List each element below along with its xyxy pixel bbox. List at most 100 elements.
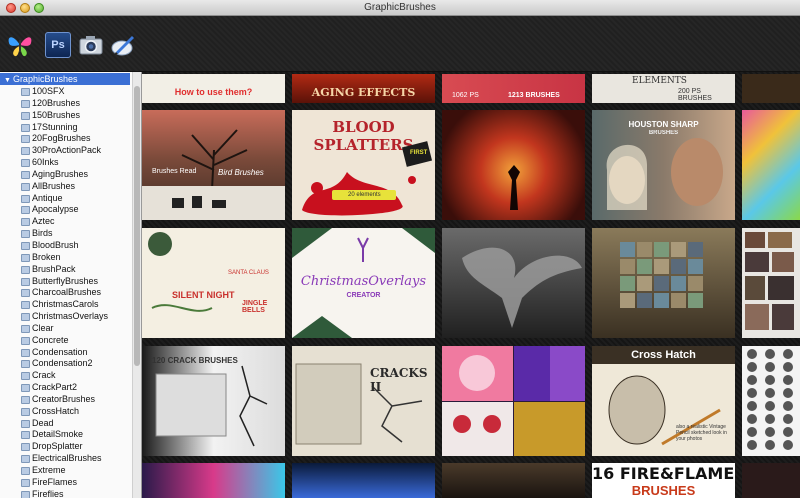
folder-item[interactable]: Broken	[0, 252, 132, 264]
brush-preview	[747, 427, 757, 437]
thumbnail-fire-flames[interactable]: 16 FIRE&FLAMES BRUSHES	[592, 463, 735, 498]
folder-item[interactable]: Aztec	[0, 216, 132, 228]
folder-icon	[21, 123, 30, 132]
thumbnail-cross-hatch[interactable]: Cross Hatch also a realistic Vintage Pen…	[592, 346, 735, 456]
thumbnail-angel-statue[interactable]	[442, 228, 585, 338]
folder-item[interactable]: Birds	[0, 228, 132, 240]
folder-item[interactable]: 17Stunning	[0, 122, 132, 134]
thumbnail-paint-splash-partial[interactable]	[142, 463, 285, 498]
thumbnail-colorful-textures[interactable]	[442, 346, 585, 456]
thumbnail-bottom-right-partial[interactable]	[742, 463, 800, 498]
folder-item[interactable]: CharcoalBrushes	[0, 287, 132, 299]
folder-icon	[21, 277, 30, 286]
texture-swatch	[688, 276, 703, 291]
folder-item[interactable]: ChristmasOverlays	[0, 311, 132, 323]
folder-list: 100SFX 120Brushes 150Brushes 17Stunning 20Fo…	[0, 86, 132, 498]
texture-swatch	[654, 259, 669, 274]
folder-icon	[21, 241, 30, 250]
thumbnail-houston-sharp[interactable]: HOUSTON SHARP BRUSHES	[592, 110, 735, 220]
photoshop-icon[interactable]: Ps	[45, 32, 71, 58]
folder-item[interactable]: AgingBrushes	[0, 169, 132, 181]
folder-item[interactable]: CrossHatch	[0, 406, 132, 418]
folder-item[interactable]: Condensation2	[0, 358, 132, 370]
folder-item[interactable]: CreatorBrushes	[0, 394, 132, 406]
folder-item[interactable]: BloodBrush	[0, 240, 132, 252]
folder-item[interactable]: CrackPart2	[0, 382, 132, 394]
folder-item[interactable]: 60Inks	[0, 157, 132, 169]
folder-sidebar: ▼ GraphicBrushes 100SFX 120Brushes 150Brush…	[0, 72, 142, 498]
thumbnail-partial-top-right[interactable]	[742, 74, 800, 103]
folder-icon	[21, 265, 30, 274]
folder-item[interactable]: 20FogBrushes	[0, 133, 132, 145]
sidebar-scroll-thumb[interactable]	[134, 86, 140, 366]
texture-swatch	[654, 276, 669, 291]
folder-item[interactable]: BrushPack	[0, 264, 132, 276]
thumbnail-how-to-use[interactable]: How to use them?	[142, 74, 285, 103]
butterfly-icon[interactable]	[7, 32, 33, 58]
folder-item[interactable]: Concrete	[0, 335, 132, 347]
thumbnail-120-crack-brushes[interactable]: 120 CRACK BRUSHES	[142, 346, 285, 456]
folder-item[interactable]: Crack	[0, 370, 132, 382]
folder-label: ChristmasCarols	[32, 299, 99, 310]
sidebar-scrollbar[interactable]	[132, 72, 141, 498]
folder-item[interactable]: DetailSmoke	[0, 429, 132, 441]
folder-label: Concrete	[32, 334, 69, 345]
texture-swatch	[671, 276, 686, 291]
folder-icon	[21, 348, 30, 357]
folder-item[interactable]: FireFlames	[0, 477, 132, 489]
thumbnail-electric-partial[interactable]	[292, 463, 435, 498]
thumbnail-brush-grid-partial[interactable]	[742, 346, 800, 456]
texture-swatch	[671, 293, 686, 308]
folder-item[interactable]: ButterflyBrushes	[0, 276, 132, 288]
tree-root-graphicbrushes[interactable]: ▼ GraphicBrushes	[0, 73, 130, 85]
folder-item[interactable]: Clear	[0, 323, 132, 335]
folder-label: Condensation2	[32, 358, 93, 369]
thumbnail-christmas-carols[interactable]: SANTA CLAUS SILENT NIGHT JINGLE BELLS	[142, 228, 285, 338]
folder-item[interactable]: Dead	[0, 418, 132, 430]
thumbnail-blood-splatters[interactable]: BLOOD SPLATTERS FIRST 20 elements	[292, 110, 435, 220]
thumbnail-cracks-ii[interactable]: CRACKS II	[292, 346, 435, 456]
texture-swatch	[654, 242, 669, 257]
folder-item[interactable]: Antique	[0, 193, 132, 205]
folder-icon	[21, 419, 30, 428]
folder-item[interactable]: Fireflies	[0, 489, 132, 498]
texture-swatch	[620, 276, 635, 291]
folder-item[interactable]: Apocalypse	[0, 204, 132, 216]
thumbnail-concrete-grid[interactable]	[592, 228, 735, 338]
camera-icon[interactable]	[78, 32, 104, 58]
folder-item[interactable]: 150Brushes	[0, 110, 132, 122]
folder-item[interactable]: Extreme	[0, 465, 132, 477]
texture-swatch	[688, 293, 703, 308]
brush-preview	[747, 440, 757, 450]
folder-icon	[21, 490, 30, 498]
brush-pen-icon[interactable]	[110, 32, 136, 58]
brush-preview	[765, 375, 775, 385]
folder-item[interactable]: AllBrushes	[0, 181, 132, 193]
folder-icon	[21, 218, 30, 227]
folder-item[interactable]: 30ProActionPack	[0, 145, 132, 157]
thumbnail-bird-brushes[interactable]: Brushes Read Bird Brushes	[142, 110, 285, 220]
thumbnail-aging-effects[interactable]: AGING EFFECTS	[292, 74, 435, 103]
brush-preview	[765, 440, 775, 450]
thumbnail-christmas-overlays[interactable]: ChristmasOverlays CREATOR	[292, 228, 435, 338]
window-title: GraphicBrushes	[364, 2, 436, 13]
thumbnail-gallery: How to use them? AGING EFFECTS 1062 PS 1…	[142, 72, 800, 498]
thumbnail-200-ps-brushes[interactable]: ELEMENTS 200 PS BRUSHES	[592, 74, 735, 103]
folder-item[interactable]: DropSplatter	[0, 441, 132, 453]
folder-icon	[21, 289, 30, 298]
texture-swatch	[620, 293, 635, 308]
thumbnail-collage-partial[interactable]	[742, 228, 800, 338]
folder-item[interactable]: ChristmasCarols	[0, 299, 132, 311]
brush-preview	[765, 414, 775, 424]
thumbnail-dark-partial[interactable]	[442, 463, 585, 498]
thumbnail-1062-brushes[interactable]: 1062 PS 1213 BRUSHES	[442, 74, 585, 103]
folder-item[interactable]: 120Brushes	[0, 98, 132, 110]
thumbnail-fire-silhouette[interactable]	[442, 110, 585, 220]
thumbnail-colorful-partial[interactable]	[742, 110, 800, 220]
folder-item[interactable]: ElectricalBrushes	[0, 453, 132, 465]
folder-label: Condensation	[32, 346, 88, 357]
folder-item[interactable]: Condensation	[0, 347, 132, 359]
folder-label: Apocalypse	[32, 204, 79, 215]
texture-swatch	[637, 276, 652, 291]
folder-item[interactable]: 100SFX	[0, 86, 132, 98]
